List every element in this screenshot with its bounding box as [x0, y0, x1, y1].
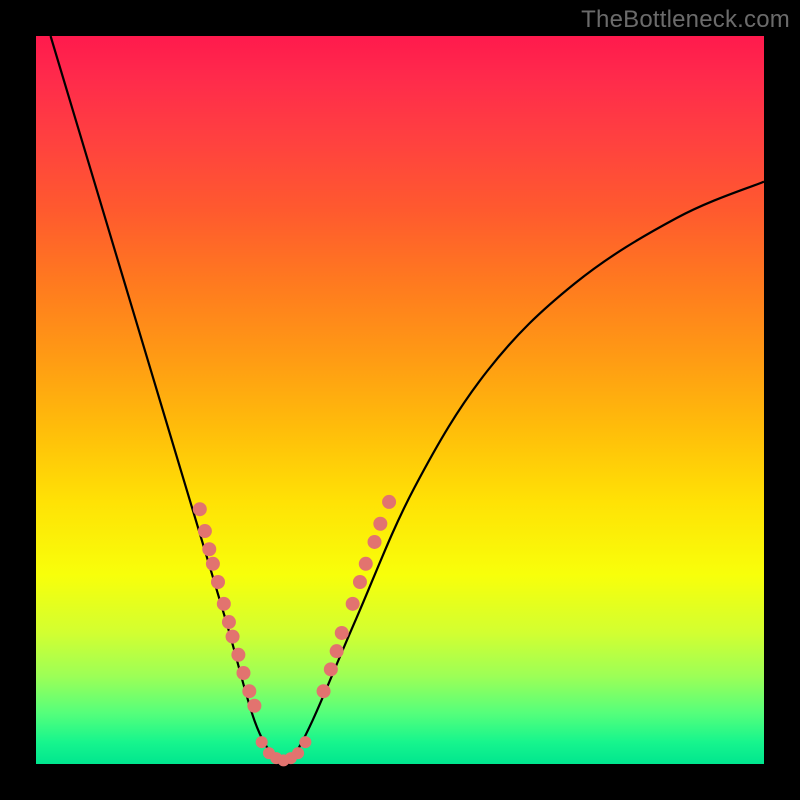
dot-left-5 [217, 597, 231, 611]
dot-right-3 [335, 626, 349, 640]
dots-layer [193, 495, 396, 766]
curve-left-curve [51, 36, 284, 765]
dot-left-1 [198, 524, 212, 538]
chart-frame: TheBottleneck.com [0, 0, 800, 800]
dot-left-3 [206, 557, 220, 571]
dot-right-7 [368, 535, 382, 549]
plot-area [36, 36, 764, 764]
dot-left-11 [247, 699, 261, 713]
dot-left-7 [226, 630, 240, 644]
dot-right-2 [330, 644, 344, 658]
dot-left-10 [242, 684, 256, 698]
curve-right-curve [284, 182, 764, 765]
dot-right-8 [373, 517, 387, 531]
dot-bottom-0 [256, 736, 268, 748]
dot-bottom-6 [299, 736, 311, 748]
dot-left-4 [211, 575, 225, 589]
dot-right-4 [346, 597, 360, 611]
curve-layer [51, 36, 764, 765]
chart-svg [36, 36, 764, 764]
dot-right-6 [359, 557, 373, 571]
dot-right-1 [324, 662, 338, 676]
dot-left-2 [202, 542, 216, 556]
dot-right-0 [317, 684, 331, 698]
dot-left-6 [222, 615, 236, 629]
dot-left-0 [193, 502, 207, 516]
dot-right-9 [382, 495, 396, 509]
dot-left-9 [236, 666, 250, 680]
dot-left-8 [231, 648, 245, 662]
dot-right-5 [353, 575, 367, 589]
dot-bottom-5 [292, 747, 304, 759]
watermark-text: TheBottleneck.com [581, 6, 790, 34]
